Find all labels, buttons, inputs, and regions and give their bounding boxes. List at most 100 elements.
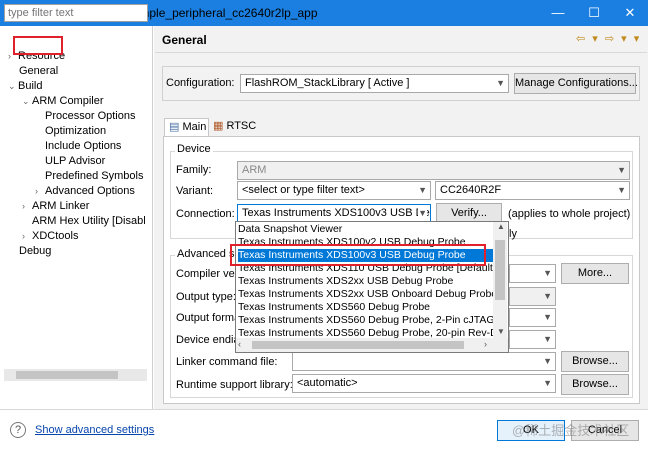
output-format-select[interactable]: ▼ [509, 308, 556, 327]
chevron-down-icon: ▼ [543, 378, 552, 388]
tree-item-xdctools[interactable]: › XDCtools [22, 229, 78, 244]
tree-item-label: ARM Compiler [32, 95, 104, 107]
connection-label: Connection: [176, 208, 235, 220]
variant-select[interactable]: CC2640R2F ▼ [435, 181, 630, 200]
device-endianness-select[interactable]: ▼ [509, 330, 556, 349]
tree-item-label: ULP Advisor [45, 155, 106, 167]
scroll-right-icon[interactable]: › [484, 339, 487, 349]
highlight-box [13, 36, 63, 55]
chevron-down-icon: ▼ [543, 312, 552, 322]
chevron-down-icon: ▼ [418, 205, 427, 222]
tree-item-predefined-symbols[interactable]: Predefined Symbols [45, 169, 143, 184]
output-format-label: Output forma [176, 312, 241, 324]
tree-item-label: Predefined Symbols [45, 170, 144, 182]
family-select: ARM ▼ [237, 161, 630, 180]
manage-configurations-button[interactable]: Manage Configurations... [514, 73, 638, 94]
main-tab-icon: ▤ [169, 121, 180, 133]
scrollbar-thumb[interactable] [252, 341, 464, 349]
tree-item-label: Optimization [45, 125, 107, 137]
tree-item-advanced-options[interactable]: › Advanced Options [35, 184, 135, 199]
history-nav-icon[interactable]: ⇦ ▾ ⇨ ▾ ▾ [576, 32, 641, 45]
tree-item-include-options[interactable]: Include Options [45, 139, 121, 154]
chevron-right-icon[interactable]: › [22, 199, 32, 214]
family-value: ARM [242, 164, 267, 176]
browse-linker-button[interactable]: Browse... [561, 351, 629, 372]
page-title: General [162, 33, 207, 47]
minimize-button[interactable]: — [540, 0, 576, 26]
dropdown-option[interactable]: Texas Instruments XDS2xx USB Onboard Deb… [238, 288, 494, 301]
scroll-up-icon[interactable]: ▲ [497, 222, 505, 231]
divider [0, 409, 648, 410]
rtsc-tab-icon: ▦ [213, 120, 224, 132]
scroll-down-icon[interactable]: ▼ [497, 327, 505, 336]
variant-value: CC2640R2F [440, 184, 502, 196]
tree-item-label: ARM Linker [32, 200, 90, 212]
device-endianness-label: Device endia [176, 334, 240, 346]
linker-command-file-select[interactable]: ▼ [292, 352, 556, 371]
configuration-value: FlashROM_StackLibrary [ Active ] [245, 77, 410, 89]
help-icon[interactable]: ? [10, 422, 26, 438]
variant-filter-input[interactable]: <select or type filter text> ▼ [237, 181, 431, 200]
compiler-version-select[interactable]: ▼ [509, 264, 556, 283]
chevron-down-icon: ▼ [617, 185, 626, 195]
advanced-group-label: Advanced s [175, 248, 237, 260]
chevron-down-icon: ▼ [543, 268, 552, 278]
filter-input[interactable] [4, 4, 148, 22]
tree-item-label: Advanced Options [45, 185, 135, 197]
tree-item-build[interactable]: ⌄ Build [8, 79, 42, 94]
tree-item-general[interactable]: General [19, 64, 58, 79]
tree-item-ulp-advisor[interactable]: ULP Advisor [45, 154, 105, 169]
tree-item-label: Debug [19, 245, 52, 257]
variant-label: Variant: [176, 185, 214, 197]
scrollbar-thumb[interactable] [16, 371, 118, 379]
tree-item-arm-hex-utility[interactable]: ARM Hex Utility [Disabl [32, 214, 146, 229]
tab-main[interactable]: ▤ Main [164, 118, 209, 136]
chevron-down-icon: ▼ [543, 356, 552, 366]
dropdown-option[interactable]: Data Snapshot Viewer [238, 223, 494, 236]
runtime-library-value: <automatic> [297, 377, 358, 389]
highlight-box [230, 244, 486, 266]
runtime-library-label: Runtime support library: [176, 379, 293, 391]
chevron-right-icon[interactable]: › [35, 184, 45, 199]
divider [155, 52, 647, 53]
tree-item-processor-options[interactable]: Processor Options [45, 109, 135, 124]
watermark: @稀土掘金技术社区 [512, 423, 630, 438]
tree-item-optimization[interactable]: Optimization [45, 124, 106, 139]
chevron-down-icon: ▼ [543, 334, 552, 344]
chevron-right-icon[interactable]: › [22, 229, 32, 244]
connection-value: Texas Instruments XDS100v3 USB Deb [242, 207, 431, 219]
variant-filter-value: <select or type filter text> [242, 184, 365, 196]
tree-item-label: Processor Options [45, 110, 136, 122]
tab-rtsc[interactable]: ▦ RTSC [211, 118, 256, 136]
close-button[interactable]: ✕ [612, 0, 648, 26]
compiler-version-label: Compiler ver [176, 268, 239, 280]
scrollbar-thumb[interactable] [495, 240, 505, 300]
configuration-select[interactable]: FlashROM_StackLibrary [ Active ] ▼ [240, 74, 509, 93]
tree-item-arm-compiler[interactable]: ⌄ ARM Compiler [22, 94, 104, 109]
maximize-button[interactable]: ☐ [576, 0, 612, 26]
scroll-left-icon[interactable]: ‹ [238, 339, 241, 349]
chevron-down-icon: ▼ [617, 165, 626, 175]
tree-item-arm-linker[interactable]: › ARM Linker [22, 199, 89, 214]
dropdown-option[interactable]: Texas Instruments XDS2xx USB Debug Probe [238, 275, 494, 288]
tree-item-label: Include Options [45, 140, 122, 152]
chevron-down-icon: ▼ [496, 78, 505, 88]
tree-item-debug[interactable]: Debug [19, 244, 51, 259]
tree-item-label: ARM Hex Utility [Disabl [32, 215, 146, 227]
more-button[interactable]: More... [561, 263, 629, 284]
tree-item-label: XDCtools [32, 230, 79, 242]
dropdown-option[interactable]: Texas Instruments XDS560 Debug Probe [238, 301, 494, 314]
linker-command-file-label: Linker command file: [176, 356, 278, 368]
runtime-library-select[interactable]: <automatic> ▼ [292, 374, 556, 393]
chevron-down-icon: ▼ [418, 185, 427, 195]
tree-item-label: Build [18, 80, 43, 92]
show-advanced-settings-link[interactable]: Show advanced settings [35, 424, 154, 436]
tree-item-label: General [19, 65, 59, 77]
chevron-down-icon[interactable]: ⌄ [22, 94, 32, 109]
chevron-down-icon[interactable]: ⌄ [8, 79, 18, 94]
output-type-select: ▼ [509, 287, 556, 306]
dropdown-option[interactable]: Texas Instruments XDS560 Debug Probe, 2-… [238, 314, 494, 327]
tab-label: Main [182, 121, 207, 133]
device-group-label: Device [175, 143, 213, 155]
browse-runtime-button[interactable]: Browse... [561, 374, 629, 395]
